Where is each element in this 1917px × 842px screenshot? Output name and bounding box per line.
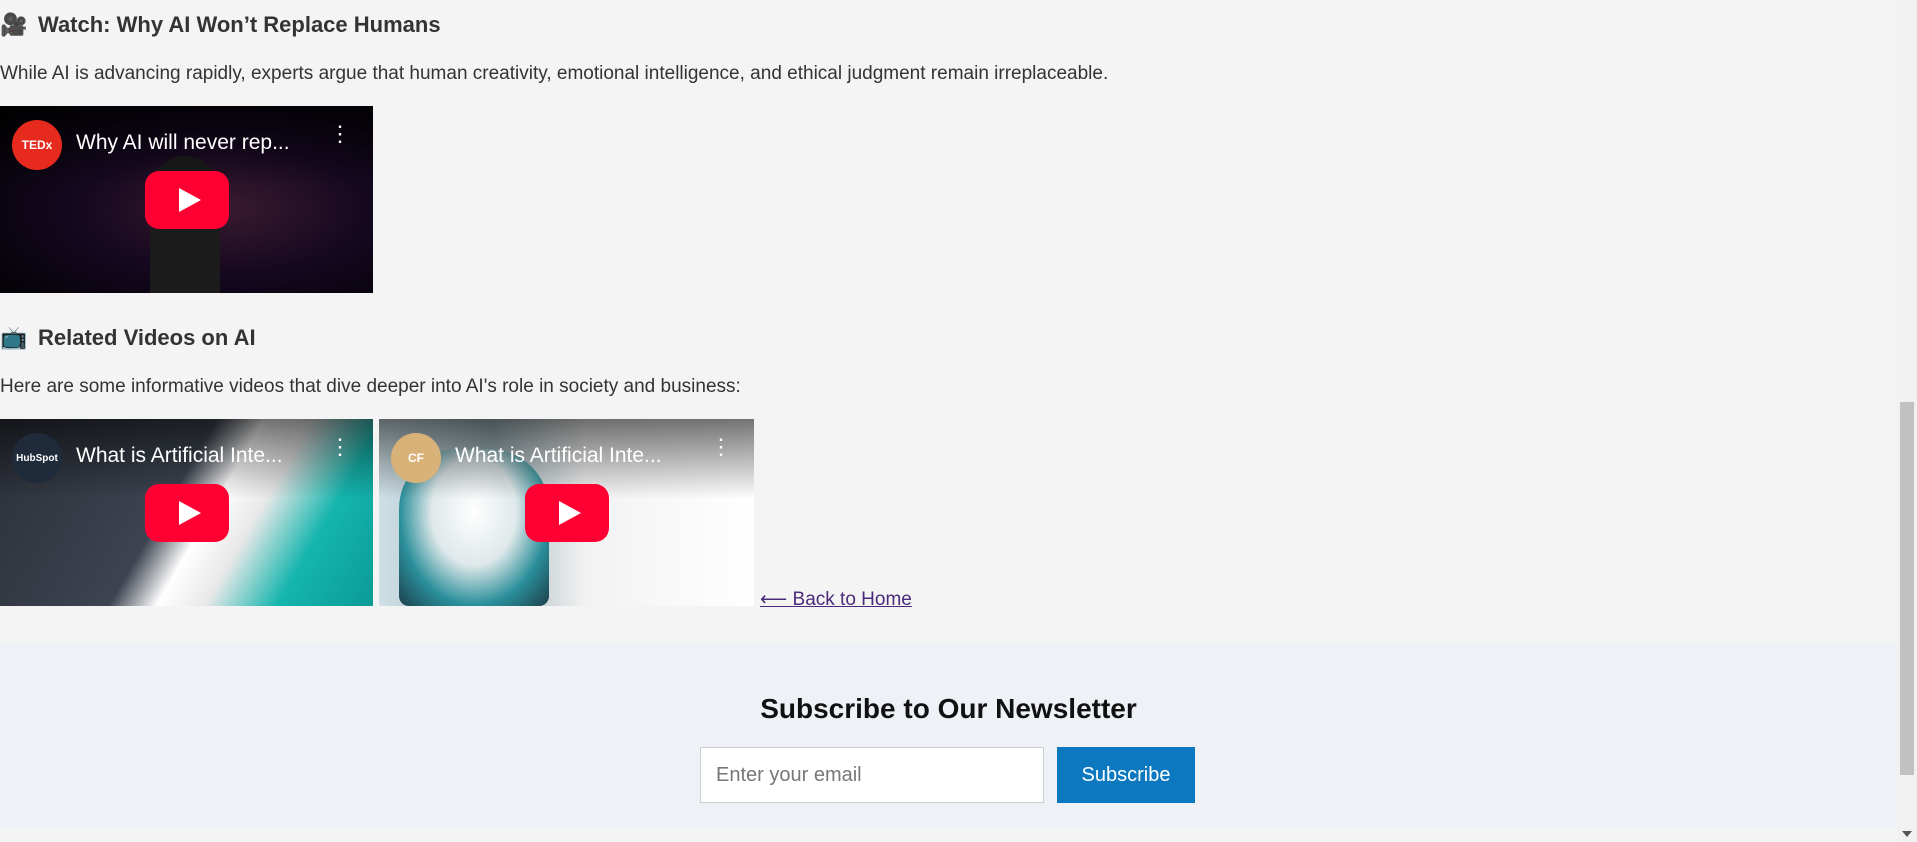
subscribe-button[interactable]: Subscribe [1057,747,1195,803]
scroll-down-arrow-icon[interactable] [1902,831,1912,837]
section-title: Related Videos on AI [38,325,256,350]
channel-avatar: HubSpot [12,433,62,483]
section-description: Here are some informative videos that di… [0,376,741,397]
video-title[interactable]: What is Artificial Inte... [76,444,316,468]
channel-avatar: CF [391,433,441,483]
channel-avatar: TEDx [12,120,62,170]
video-embed-ai[interactable]: CF What is Artificial Inte... ⋮ [379,419,754,606]
section-heading-watch: 🎥 Watch: Why AI Won’t Replace Humans [0,12,441,38]
video-title[interactable]: Why AI will never rep... [76,131,316,155]
play-button[interactable] [524,483,609,542]
play-button[interactable] [144,170,229,229]
movie-camera-icon: 🎥 [0,12,28,37]
email-field[interactable] [700,747,1044,803]
scrollbar-thumb[interactable] [1900,402,1914,775]
television-icon: 📺 [0,325,28,350]
newsletter-heading: Subscribe to Our Newsletter [760,693,1137,724]
video-embed-ted[interactable]: TEDx Why AI will never rep... ⋮ [0,106,373,293]
section-title: Watch: Why AI Won’t Replace Humans [38,12,441,37]
more-options-icon[interactable]: ⋮ [329,123,351,154]
newsletter-section: Subscribe to Our Newsletter Subscribe [0,643,1897,828]
play-button[interactable] [144,483,229,542]
video-title[interactable]: What is Artificial Inte... [455,444,695,468]
more-options-icon[interactable]: ⋮ [710,436,732,467]
section-heading-related: 📺 Related Videos on AI [0,325,256,351]
vertical-scrollbar[interactable] [1897,0,1917,842]
back-to-home-link[interactable]: ⟵ Back to Home [760,588,912,611]
more-options-icon[interactable]: ⋮ [329,436,351,467]
section-description: While AI is advancing rapidly, experts a… [0,63,1109,84]
page-content: 🎥 Watch: Why AI Won’t Replace Humans Whi… [0,0,1897,842]
video-embed-hubspot[interactable]: HubSpot What is Artificial Inte... ⋮ [0,419,373,606]
